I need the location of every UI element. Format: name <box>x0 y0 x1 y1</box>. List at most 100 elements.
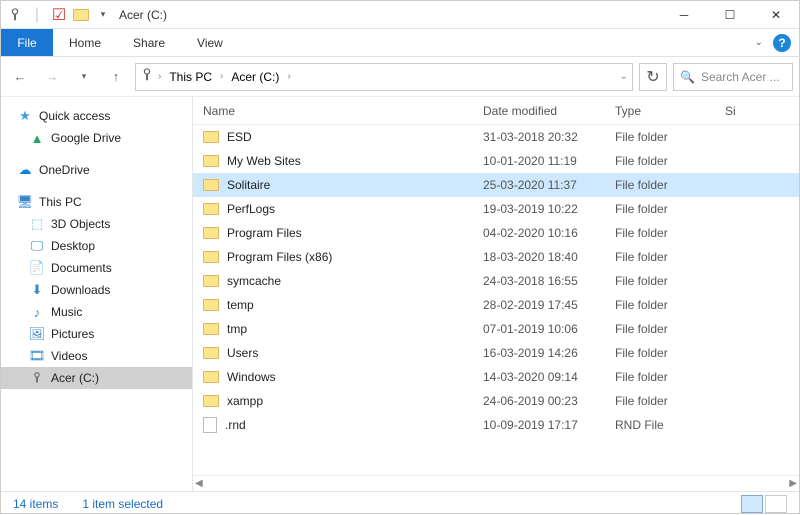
file-date: 04-02-2020 10:16 <box>483 226 615 240</box>
file-type: File folder <box>615 226 725 240</box>
table-row[interactable]: Program Files (x86) 18-03-2020 18:40File … <box>193 245 799 269</box>
view-details-button[interactable] <box>741 495 763 513</box>
close-button[interactable]: ✕ <box>753 1 799 29</box>
file-type: File folder <box>615 178 725 192</box>
minimize-button[interactable]: ─ <box>661 1 707 29</box>
file-name: My Web Sites <box>227 154 301 168</box>
table-row[interactable]: My Web Sites10-01-2020 11:19File folder <box>193 149 799 173</box>
sidebar-item-onedrive[interactable]: ☁OneDrive <box>1 159 192 181</box>
sidebar-item-this-pc[interactable]: 🖥 This PC <box>1 191 192 213</box>
address-bar[interactable]: › This PC › Acer (C:) › ⌄ <box>135 63 633 91</box>
status-bar: 14 items 1 item selected <box>1 491 799 515</box>
table-row[interactable]: ESD31-03-2018 20:32File folder <box>193 125 799 149</box>
table-row[interactable]: temp28-02-2019 17:45File folder <box>193 293 799 317</box>
file-name: tmp <box>227 322 247 336</box>
sidebar-label: This PC <box>39 195 82 209</box>
drive-icon <box>7 7 23 23</box>
table-row[interactable]: Program Files 04-02-2020 10:16File folder <box>193 221 799 245</box>
table-row[interactable]: symcache24-03-2018 16:55File folder <box>193 269 799 293</box>
sidebar-item-quick-access[interactable]: ★Quick access <box>1 105 192 127</box>
ribbon-expand-icon[interactable]: ⌄ <box>755 37 763 48</box>
file-icon <box>203 417 217 433</box>
column-size[interactable]: Si <box>725 104 799 118</box>
up-button[interactable]: ↑ <box>103 64 129 90</box>
pc-icon: 🖥 <box>17 194 33 210</box>
folder-qat-icon[interactable] <box>73 7 89 23</box>
sidebar-label: Videos <box>51 349 87 363</box>
tab-home[interactable]: Home <box>53 29 117 56</box>
tab-share[interactable]: Share <box>117 29 181 56</box>
chevron-right-icon[interactable]: › <box>158 71 161 82</box>
sidebar-item-google-drive[interactable]: ▲Google Drive <box>1 127 192 149</box>
sidebar-label: Desktop <box>51 239 95 253</box>
sidebar-item-3d-objects[interactable]: ⬚3D Objects <box>1 213 192 235</box>
cloud-icon: ☁ <box>17 162 33 178</box>
chevron-right-icon[interactable]: › <box>220 71 223 82</box>
tab-view[interactable]: View <box>181 29 239 56</box>
file-name: Program Files (x86) <box>227 250 332 264</box>
table-row[interactable]: PerfLogs19-03-2019 10:22File folder <box>193 197 799 221</box>
file-type: File folder <box>615 322 725 336</box>
file-type: File folder <box>615 346 725 360</box>
file-name: ESD <box>227 130 252 144</box>
refresh-button[interactable]: ↻ <box>639 63 667 91</box>
sidebar-item-music[interactable]: ♪Music <box>1 301 192 323</box>
forward-button[interactable]: → <box>39 64 65 90</box>
view-large-icons-button[interactable] <box>765 495 787 513</box>
back-button[interactable]: ← <box>7 64 33 90</box>
crumb-drive[interactable]: Acer (C:) <box>227 70 283 84</box>
column-date[interactable]: Date modified <box>483 104 615 118</box>
cube-icon: ⬚ <box>29 216 45 232</box>
file-type: File folder <box>615 274 725 288</box>
history-dropdown-icon[interactable]: ▾ <box>71 64 97 90</box>
table-row[interactable]: Users16-03-2019 14:26File folder <box>193 341 799 365</box>
chevron-right-icon[interactable]: › <box>287 71 290 82</box>
file-name: Program Files <box>227 226 302 240</box>
file-rows: ESD31-03-2018 20:32File folderMy Web Sit… <box>193 125 799 475</box>
drive-icon <box>29 370 45 386</box>
sidebar-item-documents[interactable]: 📄Documents <box>1 257 192 279</box>
column-name[interactable]: Name <box>203 104 483 118</box>
folder-icon <box>203 371 219 383</box>
file-name: Solitaire <box>227 178 270 192</box>
folder-icon <box>203 395 219 407</box>
file-type: RND File <box>615 418 725 432</box>
file-type: File folder <box>615 154 725 168</box>
file-date: 10-09-2019 17:17 <box>483 418 615 432</box>
sidebar-item-videos[interactable]: 🎞Videos <box>1 345 192 367</box>
file-name: PerfLogs <box>227 202 275 216</box>
table-row[interactable]: Windows14-03-2020 09:14File folder <box>193 365 799 389</box>
table-row[interactable]: .rnd10-09-2019 17:17RND File <box>193 413 799 437</box>
sidebar-item-downloads[interactable]: ⬇Downloads <box>1 279 192 301</box>
qat-dropdown-icon[interactable]: ▾ <box>95 7 111 23</box>
address-dropdown-icon[interactable]: ⌄ <box>620 71 628 82</box>
file-type: File folder <box>615 370 725 384</box>
file-type: File folder <box>615 250 725 264</box>
sidebar-item-drive-c[interactable]: Acer (C:) <box>1 367 192 389</box>
help-icon[interactable]: ? <box>773 34 791 52</box>
sidebar-label: Quick access <box>39 109 110 123</box>
folder-icon <box>203 251 219 263</box>
folder-icon <box>203 299 219 311</box>
file-menu[interactable]: File <box>1 29 53 56</box>
sidebar-label: Google Drive <box>51 131 121 145</box>
search-input[interactable]: 🔍 Search Acer ... <box>673 63 793 91</box>
crumb-this-pc[interactable]: This PC <box>165 70 216 84</box>
maximize-button[interactable]: ☐ <box>707 1 753 29</box>
sidebar-label: Acer (C:) <box>51 371 99 385</box>
sidebar-item-pictures[interactable]: 🖼Pictures <box>1 323 192 345</box>
table-row[interactable]: xampp24-06-2019 00:23File folder <box>193 389 799 413</box>
table-row[interactable]: Solitaire25-03-2020 11:37File folder <box>193 173 799 197</box>
sidebar-label: Downloads <box>51 283 110 297</box>
column-type[interactable]: Type <box>615 104 725 118</box>
title-bar: | ☑ ▾ Acer (C:) ─ ☐ ✕ <box>1 1 799 29</box>
file-date: 18-03-2020 18:40 <box>483 250 615 264</box>
properties-icon[interactable]: ☑ <box>51 7 67 23</box>
horizontal-scrollbar[interactable]: ◀▶ <box>193 475 799 491</box>
sidebar-item-desktop[interactable]: 🖵 Desktop <box>1 235 192 257</box>
table-row[interactable]: tmp07-01-2019 10:06File folder <box>193 317 799 341</box>
folder-icon <box>203 227 219 239</box>
desktop-icon: 🖵 <box>29 238 45 254</box>
file-name: Windows <box>227 370 276 384</box>
file-date: 19-03-2019 10:22 <box>483 202 615 216</box>
